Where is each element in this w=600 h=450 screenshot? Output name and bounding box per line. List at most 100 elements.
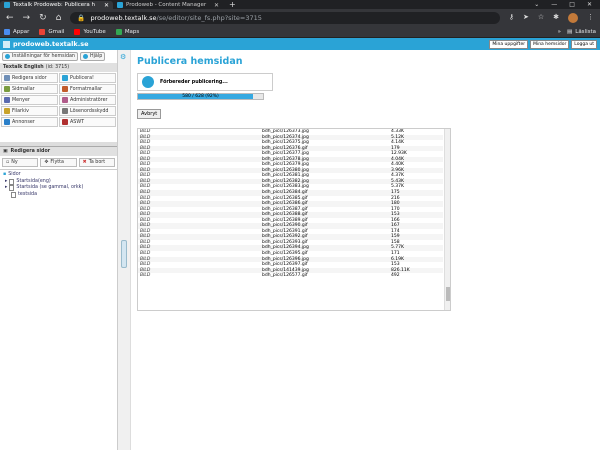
ads-icon: [4, 119, 10, 125]
delete-page-button[interactable]: ✖ Ta bort: [78, 158, 115, 167]
address-bar[interactable]: 🔒 prodoweb.textalk.se/se/editor/site_fs.…: [70, 11, 500, 24]
sidebar-item-aswt[interactable]: ASWT: [59, 117, 116, 127]
bookmark-gmail[interactable]: Gmail: [39, 28, 64, 35]
type-cell: BILD: [140, 273, 151, 279]
page-icon: [9, 178, 15, 185]
sidebar-gutter: ⚙: [118, 50, 131, 450]
style-templates-icon: [62, 86, 68, 92]
sidebar-item-style-templates[interactable]: Formatmallar: [59, 84, 116, 94]
progress-bar: 580 / 628 (92%): [137, 93, 264, 100]
app-header: prodoweb.textalk.se Mina uppgifter Mina …: [0, 38, 600, 50]
my-sites-button[interactable]: Mina hemsidor: [530, 39, 570, 49]
bookmarks-bar: Appar Gmail YouTube Maps » ▤ Läslista: [0, 26, 600, 38]
browser-tab-bar: Textalk Prodoweb: Publicera h ✕ Prodoweb…: [0, 0, 600, 9]
progress-text: 580 / 628 (92%): [182, 94, 219, 99]
sidebar-item-publish[interactable]: Publicera!: [59, 73, 116, 83]
site-id: (id: 3715): [45, 65, 70, 70]
forward-icon[interactable]: →: [23, 13, 31, 23]
close-window-icon[interactable]: ✕: [587, 1, 592, 8]
sidebar-item-file-archive[interactable]: Filarkiv: [1, 106, 58, 116]
reload-icon[interactable]: ↻: [39, 13, 47, 23]
page-templates-icon: [4, 86, 10, 92]
settings-icon: [5, 54, 10, 59]
menus-icon: [4, 97, 10, 103]
sidebar-resize-handle[interactable]: [121, 240, 127, 268]
help-icon: [82, 54, 88, 59]
reading-list-icon: ▤: [567, 28, 573, 35]
tab-title: Textalk Prodoweb: Publicera h: [13, 2, 96, 8]
window-controls: ⌄ — □ ✕: [534, 1, 600, 8]
edit-pages-icon: [4, 75, 10, 81]
new-page-button[interactable]: ▫ Ny: [2, 158, 39, 167]
move-page-button[interactable]: ✥ Flytta: [40, 158, 77, 167]
home-icon[interactable]: ⌂: [56, 13, 62, 23]
chevron-right-icon[interactable]: »: [558, 29, 561, 35]
collapse-icon[interactable]: ▣: [3, 149, 8, 154]
gear-icon[interactable]: ⚙: [120, 53, 126, 61]
header-buttons: Mina uppgifter Mina hemsidor Logga ut: [489, 39, 597, 49]
new-page-icon: ▫: [6, 160, 10, 165]
edit-pages-header: ▣ Redigera sidor: [0, 146, 117, 156]
reading-list[interactable]: ▤ Läslista: [567, 29, 596, 35]
url-domain: prodoweb.textalk.se: [90, 13, 157, 22]
sidebar-item-ads[interactable]: Annonser: [1, 117, 58, 127]
browser-nav-bar: ← → ↻ ⌂ 🔒 prodoweb.textalk.se/se/editor/…: [0, 9, 600, 26]
delete-icon: ✖: [82, 160, 87, 165]
sidebar-item-password-protection[interactable]: Lösenordsskydd: [59, 106, 116, 116]
page-icon: [11, 191, 16, 198]
browser-tab-inactive[interactable]: Prodoweb - Content Manager ✕: [113, 1, 223, 9]
sidebar-item-page-templates[interactable]: Sidmallar: [1, 84, 58, 94]
close-icon[interactable]: ✕: [104, 2, 109, 9]
file-list: BILD bdh_pics/126373.jpg 4.33K BILD bdh_pics…: [137, 128, 451, 311]
file-table: BILD bdh_pics/126373.jpg 4.33K BILD bdh_pics…: [138, 129, 443, 279]
browser-tab-active[interactable]: Textalk Prodoweb: Publicera h ✕: [0, 1, 113, 9]
path-cell: bdh_pics/126577.gif: [262, 273, 308, 279]
tab-title: Prodoweb - Content Manager: [126, 2, 207, 8]
sidebar-item-menus[interactable]: Menyer: [1, 95, 58, 105]
avatar[interactable]: [568, 12, 578, 23]
tree-item[interactable]: testsida: [3, 192, 114, 199]
bookmark-apps[interactable]: Appar: [4, 28, 29, 35]
site-header: Textalk English (id: 3715): [0, 63, 117, 72]
page-actions: ▫ Ny ✥ Flytta ✖ Ta bort: [0, 156, 117, 170]
close-icon[interactable]: ✕: [214, 2, 219, 9]
share-icon[interactable]: ➤: [523, 13, 529, 23]
key-icon[interactable]: ⚷: [509, 13, 514, 23]
menu-icon[interactable]: ⋮: [587, 13, 594, 23]
abort-button[interactable]: Avbryt: [137, 109, 162, 119]
back-icon[interactable]: ←: [6, 13, 14, 23]
chevron-down-icon[interactable]: ⌄: [534, 1, 539, 8]
bookmark-maps[interactable]: Maps: [115, 28, 139, 35]
favicon-icon: [117, 2, 123, 8]
sidebar-item-edit-pages[interactable]: Redigera sidor: [1, 73, 58, 83]
aswt-icon: [62, 119, 68, 125]
tab-help[interactable]: Hjälp: [79, 52, 106, 61]
publish-status-box: Förbereder publicering...: [137, 73, 273, 91]
size-cell: 492: [391, 273, 400, 279]
table-row: BILD bdh_pics/126577.gif 492: [138, 273, 443, 279]
app-title: prodoweb.textalk.se: [3, 40, 88, 48]
maximize-icon[interactable]: □: [569, 1, 575, 8]
sidebar-item-administrators[interactable]: Administratörer: [59, 95, 116, 105]
site-name: Textalk English: [3, 65, 44, 70]
extension-icon[interactable]: ✱: [553, 13, 559, 23]
logout-button[interactable]: Logga ut: [571, 39, 597, 49]
expand-icon[interactable]: ▸: [5, 185, 7, 192]
star-icon[interactable]: ☆: [538, 13, 544, 23]
bookmark-youtube[interactable]: YouTube: [74, 28, 106, 35]
file-archive-icon: [4, 108, 10, 114]
scrollbar-thumb[interactable]: [446, 287, 450, 301]
youtube-icon: [74, 28, 81, 35]
minimize-icon[interactable]: —: [551, 1, 557, 8]
maps-icon: [115, 28, 122, 35]
logo-icon: [3, 40, 10, 48]
my-tasks-button[interactable]: Mina uppgifter: [489, 39, 529, 49]
page-title: Publicera hemsidan: [137, 56, 243, 67]
new-tab-button[interactable]: +: [223, 0, 242, 9]
tab-site-settings[interactable]: Inställningar för hemsidan: [2, 52, 78, 61]
scrollbar[interactable]: [444, 129, 450, 310]
cloud-publish-icon: [142, 76, 154, 88]
administrators-icon: [62, 97, 68, 103]
publish-status-text: Förbereder publicering...: [160, 79, 228, 85]
favicon-icon: [4, 2, 10, 8]
